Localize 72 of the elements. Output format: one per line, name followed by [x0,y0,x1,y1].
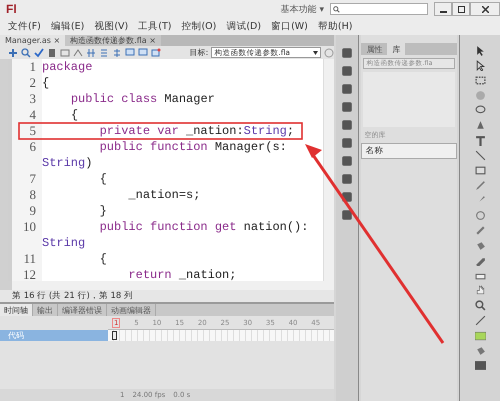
selection-icon[interactable] [474,75,486,86]
menu-item[interactable]: 帮助(H) [318,20,352,33]
close-icon [482,6,488,12]
code-line: { [100,172,107,186]
app-logo: Fl [6,2,17,16]
line-number: 1 [12,59,42,75]
code-line: } [100,204,107,218]
panel-tab[interactable]: 时间轴 [0,304,33,316]
search-field[interactable] [330,3,428,15]
text-tool-icon[interactable] [474,135,486,146]
cursor-position: 第 16 行 (共 21 行)，第 18 列 [0,290,334,302]
line-number: 6 [12,139,42,155]
document-tab[interactable]: 构造函数传递参数.fla × [65,35,161,46]
code-line: String) [42,156,92,170]
column-header[interactable]: 名称 [361,143,458,159]
code-line: public function Manager(s: [100,140,287,154]
code-line: { [42,76,50,90]
check-icon[interactable] [34,48,44,58]
code-line: String [42,236,86,250]
line-number: 11 [12,251,42,267]
line-number: 3 [12,91,42,107]
menu-item[interactable]: 窗口(W) [271,20,308,33]
caret-icon [313,50,318,54]
scrollbar[interactable] [323,59,334,281]
menu-item[interactable]: 调试(D) [226,20,262,33]
pointer-icon[interactable] [474,60,486,71]
code-line: package [42,60,92,74]
line-number: 2 [12,75,42,91]
menu-item[interactable]: 视图(V) [94,20,128,33]
menu-item[interactable]: 控制(O) [181,20,216,33]
code-line: return _nation; [128,268,236,281]
line-number: 12 [12,267,42,281]
fill-swatch[interactable] [474,330,486,341]
line-number: 9 [12,203,42,219]
code-line: public class Manager [70,92,215,106]
plus-icon[interactable] [8,48,18,58]
line-number: 8 [12,187,42,203]
panel-tab[interactable]: 属性 [361,43,388,55]
close-button[interactable] [470,2,500,16]
code-line: private var _nation:String; [100,124,294,138]
panel-tab[interactable]: 编译器错误 [58,304,107,316]
menu-item[interactable]: 编辑(E) [50,20,84,33]
search-icon[interactable] [21,48,31,58]
workspace-menu[interactable]: 基本功能 ▾ [280,2,324,16]
maximize-button[interactable] [452,2,470,16]
hand-icon[interactable] [474,285,486,296]
line-icon[interactable] [474,150,486,161]
lasso-icon[interactable] [474,105,486,116]
menu-item[interactable]: 文件(F) [8,20,41,33]
code-line: public function get nation(): [100,220,308,234]
menu-item[interactable]: 工具(T) [138,20,172,33]
line-number: 10 [12,219,42,235]
line-number: 7 [12,171,42,187]
search-icon [333,6,340,12]
minimize-button[interactable] [434,2,452,16]
rectangle-icon[interactable] [474,165,486,176]
document-tab[interactable]: Manager.as × [0,35,66,46]
stroke-swatch[interactable] [474,360,486,371]
panel-tab[interactable]: 动画编辑器 [107,304,156,316]
horizontal-scrollbar[interactable] [12,281,334,290]
code-line: { [70,108,78,122]
stroke-pencil-icon[interactable] [474,315,486,326]
pencil-icon[interactable] [474,180,486,191]
pointer-icon[interactable] [474,45,486,56]
code-line: { [100,252,107,266]
zoom-icon[interactable] [474,300,486,311]
code-line: _nation=s; [128,188,200,202]
target-label: 目标: [190,47,208,58]
panel-tab[interactable]: 库 [387,43,406,55]
line-number: 4 [12,107,42,123]
panel-tab[interactable]: 输出 [33,304,58,316]
maximize-icon [458,6,464,12]
